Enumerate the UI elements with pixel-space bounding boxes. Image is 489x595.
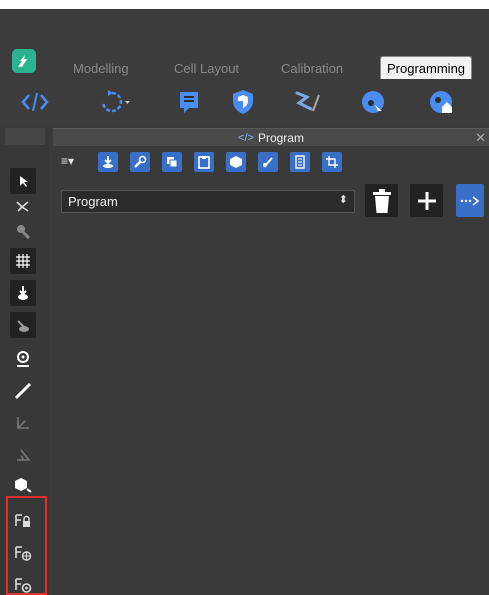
trash-icon [372,188,391,213]
paste-icon[interactable] [194,152,214,172]
axis-icon [10,410,36,436]
panel-title-bar: </> Program ✕ [53,128,489,146]
program-panel: </> Program ✕ ≡▾ Program ⬍ [53,128,489,595]
frame-icon[interactable] [226,152,246,172]
clean-icon[interactable] [258,152,278,172]
add-button[interactable] [410,184,443,217]
wrench-icon[interactable] [130,152,150,172]
panel-title: Program [257,130,304,145]
tab-programming[interactable]: Programming [380,56,473,79]
tab-cell-layout[interactable]: Cell Layout [174,58,239,79]
pick-icon[interactable] [10,280,36,306]
crop-icon[interactable] [322,152,342,172]
gripper-icon[interactable] [10,218,36,244]
home-disc-icon[interactable] [424,85,458,119]
ruler-icon[interactable] [10,378,36,404]
updown-arrow-icon: ⬍ [338,194,348,206]
toolbar-header [5,128,45,145]
grid-icon[interactable] [10,248,36,274]
program-select-value: Program [68,194,118,209]
delete-button[interactable] [365,184,398,217]
app-window: Modelling Cell Layout Calibration Progra… [0,9,489,595]
robot-icon[interactable] [290,85,324,119]
tab-calibration[interactable]: Calibration [281,58,343,79]
close-icon[interactable]: ✕ [475,130,486,146]
copy-icon[interactable] [162,152,182,172]
highlight-box [6,496,47,595]
tab-modelling[interactable]: Modelling [73,58,129,79]
app-logo-icon [12,49,36,73]
tab-bar: Modelling Cell Layout Calibration Progra… [0,9,489,79]
notes-icon[interactable] [172,85,206,119]
shield-icon[interactable] [226,85,260,119]
panel-menu-button[interactable]: ≡▾ [61,154,74,168]
program-select[interactable]: Program ⬍ [61,190,355,213]
cube-icon[interactable] [10,472,36,498]
code-icon[interactable] [18,85,52,119]
plus-icon [417,191,436,210]
document-icon[interactable] [290,152,310,172]
main-toolbar [0,79,489,125]
pick-target-icon[interactable] [98,152,118,172]
next-step-button[interactable] [456,184,484,217]
arrow-right-icon [460,195,480,206]
disc-icon[interactable] [356,85,390,119]
rotate-icon[interactable] [90,85,134,119]
code-tag-icon: </> [238,131,254,144]
place-icon[interactable] [10,312,36,338]
robot-teach-icon[interactable] [10,194,36,220]
location-pin-icon[interactable] [10,346,36,372]
select-cursor-icon[interactable] [10,168,36,194]
angle-icon [10,442,36,468]
